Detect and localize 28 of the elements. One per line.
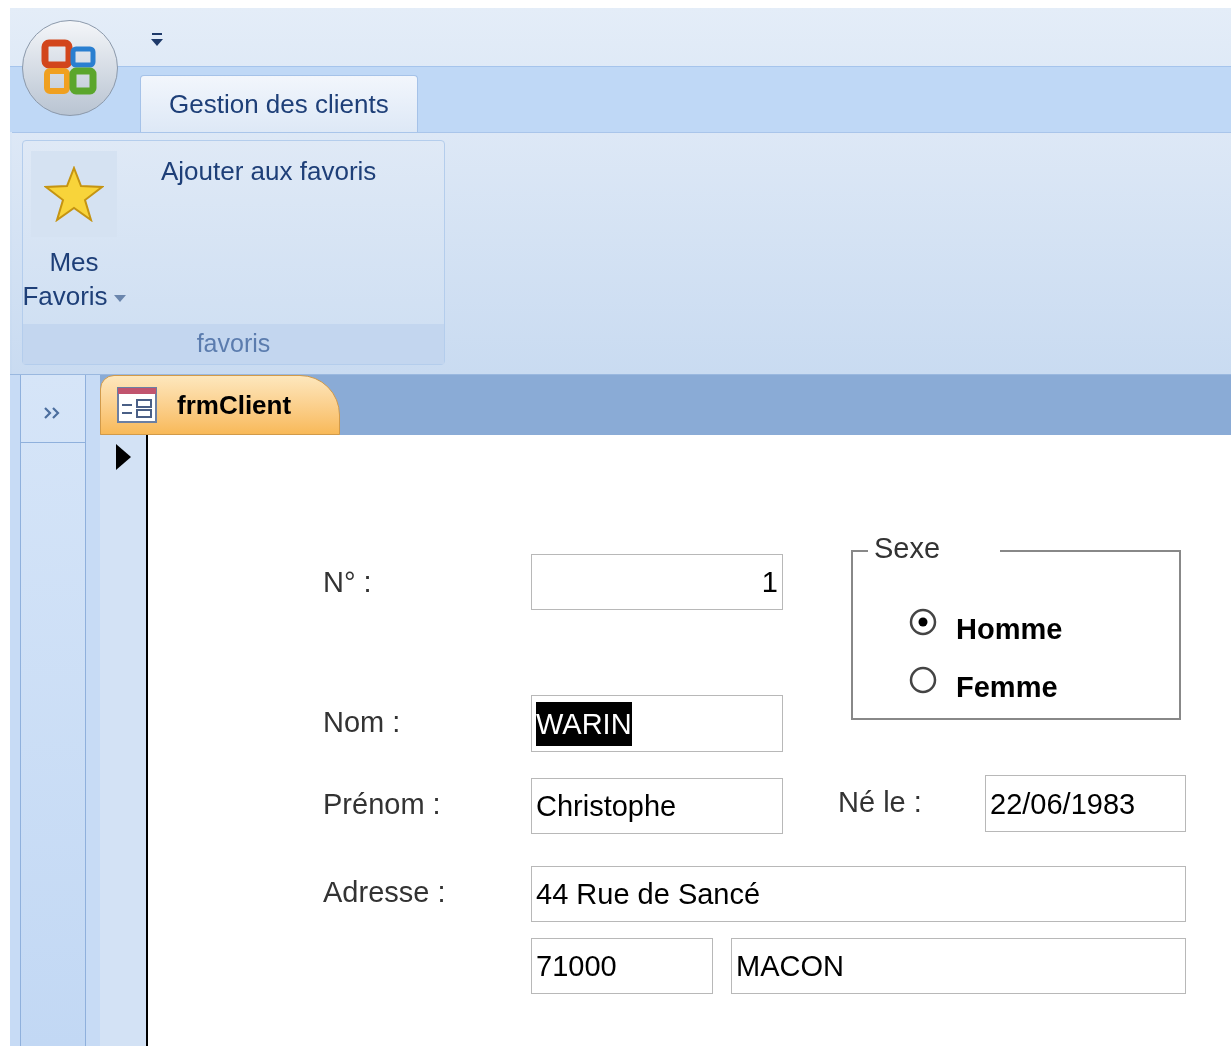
form-icon	[117, 387, 157, 423]
group-label: favoris	[23, 324, 444, 364]
field-label: Né le :	[838, 785, 922, 819]
star-icon	[44, 166, 104, 222]
customize-toolbar-icon[interactable]	[150, 32, 164, 48]
field-label: Adresse :	[323, 875, 446, 909]
radio-label: Femme	[956, 670, 1058, 705]
office-logo-icon	[41, 39, 99, 97]
text-field[interactable]: 1	[531, 554, 783, 610]
field-label: Nom :	[323, 705, 401, 739]
add-to-favorites-button[interactable]: Ajouter aux favoris	[161, 151, 377, 191]
text-field[interactable]: MACON	[731, 938, 1186, 994]
radio-button[interactable]	[908, 607, 938, 637]
text-field[interactable]: 22/06/1983	[985, 775, 1186, 832]
current-record-icon	[114, 443, 132, 471]
field-label: Prénom :	[323, 787, 441, 821]
field-label: N° :	[323, 565, 372, 599]
record-selector[interactable]	[100, 435, 148, 1046]
text-field[interactable]: 44 Rue de Sancé	[531, 866, 1186, 922]
radio-button[interactable]	[908, 665, 938, 695]
favorites-button[interactable]: Mes Favoris	[19, 151, 129, 324]
dropdown-caret-icon	[113, 294, 126, 302]
text-field[interactable]: WARIN	[531, 695, 783, 752]
document-tab[interactable]: frmClient	[100, 375, 340, 435]
radio-label: Homme	[956, 612, 1063, 647]
ribbon-tab[interactable]: Gestion des clients	[140, 75, 418, 133]
text-field[interactable]: 71000	[531, 938, 713, 994]
text-field[interactable]: Christophe	[531, 778, 783, 834]
